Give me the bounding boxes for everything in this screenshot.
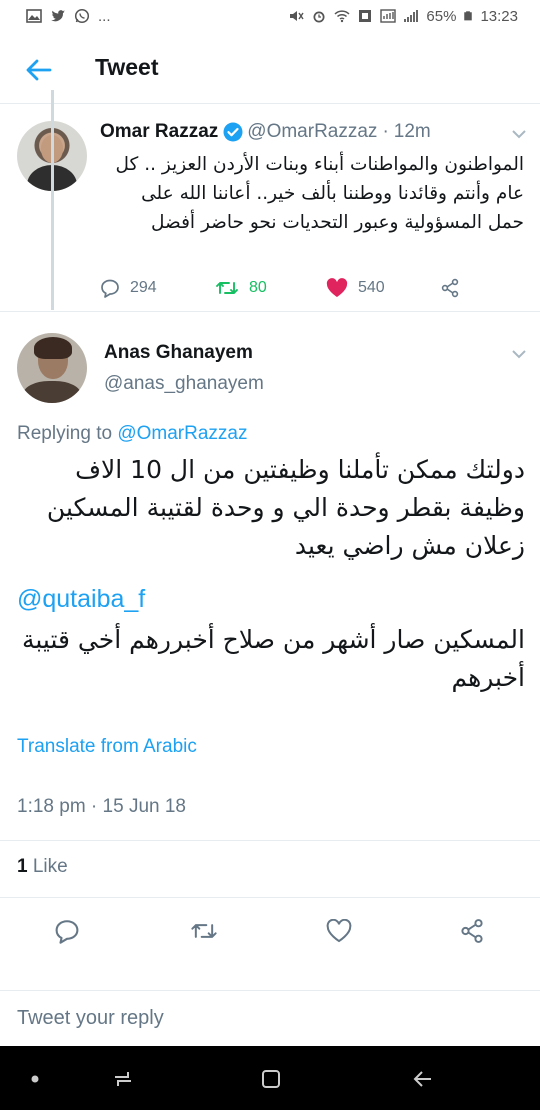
reply-composer [0, 990, 540, 1046]
tweet-actions [0, 905, 540, 955]
author-handle[interactable]: @OmarRazzaz [247, 121, 377, 143]
system-status: 65% 13:23 [288, 8, 518, 25]
wifi-icon [334, 10, 350, 23]
signal-strength-icon [404, 10, 419, 22]
meta-separator: · [382, 121, 389, 142]
reply-icon [101, 279, 119, 298]
gallery-notification-icon [26, 9, 42, 23]
retweet-icon [191, 924, 217, 938]
alarm-icon [313, 11, 325, 23]
status-time: 13:23 [480, 7, 518, 25]
battery-percent: 65% [426, 7, 457, 25]
likes-label: Like [32, 856, 68, 877]
mention-link[interactable]: @qutaiba_f [17, 585, 145, 614]
recents-button[interactable] [108, 1064, 138, 1094]
chevron-down-icon[interactable] [510, 348, 528, 360]
app-header: Tweet [0, 32, 540, 104]
reply-button[interactable] [53, 917, 81, 945]
mute-icon [290, 11, 305, 21]
verified-badge-icon [223, 122, 243, 142]
back-arrow-icon [26, 59, 52, 81]
reply-button[interactable]: 294 [100, 278, 157, 298]
share-icon [441, 278, 459, 298]
back-button[interactable] [22, 54, 54, 86]
system-nav-bar [0, 1046, 540, 1110]
tweet-time: 12m [393, 121, 431, 142]
tweet-text-continued: المسكين صار أشهر من صلاح أخبررهم أخي قتي… [21, 625, 525, 692]
divider [0, 897, 540, 898]
tweet-text: دولتك ممكن تأملنا وظيفتين من ال 10 الاف … [46, 455, 525, 560]
replying-prefix: Replying to [17, 423, 113, 444]
home-button[interactable] [256, 1064, 286, 1094]
more-notifications-indicator: ... [98, 7, 111, 25]
battery-icon [464, 11, 473, 21]
tweet-actions: 294 80 540 [100, 278, 480, 302]
original-tweet[interactable]: Omar Razzaz @OmarRazzaz · 12m المواطنون … [0, 104, 540, 312]
heart-outline-icon [326, 919, 352, 943]
page-title: Tweet [95, 54, 159, 80]
home-icon [262, 1070, 280, 1088]
lte-signal-icon [380, 9, 397, 23]
likes-count: 1 [17, 856, 28, 877]
back-icon [413, 1071, 431, 1087]
retweet-count: 80 [249, 279, 267, 296]
notification-icons: ... [26, 8, 111, 25]
replying-to: Replying to @OmarRazzaz [17, 423, 248, 445]
author-name[interactable]: Anas Ghanayem [104, 342, 253, 364]
data-saver-icon [359, 10, 372, 22]
avatar[interactable] [17, 333, 87, 403]
share-icon [461, 919, 483, 943]
like-count: 540 [358, 279, 385, 296]
reply-input[interactable] [17, 1003, 517, 1033]
translate-link[interactable]: Translate from Arabic [17, 736, 197, 758]
author-handle[interactable]: @anas_ghanayem [104, 373, 264, 395]
chevron-down-icon[interactable] [510, 128, 528, 140]
tweet-text: المواطنون والمواطنات أبناء وبنات الأردن … [115, 154, 524, 233]
recents-icon [115, 1072, 131, 1086]
author-name[interactable]: Omar Razzaz [100, 121, 218, 143]
retweet-button[interactable]: 80 [215, 278, 267, 298]
replying-mention-link[interactable]: @OmarRazzaz [117, 423, 247, 444]
likes-summary[interactable]: 1 Like [17, 856, 68, 878]
share-button[interactable] [440, 278, 460, 298]
reply-icon [55, 920, 79, 944]
twitter-notification-icon [51, 10, 65, 22]
nav-dot-button[interactable] [20, 1064, 50, 1094]
heart-filled-icon [326, 278, 348, 297]
tweet-timestamp: 1:18 pm · 15 Jun 18 [17, 796, 186, 817]
thread-line [51, 90, 54, 310]
whatsapp-notification-icon [74, 8, 90, 24]
back-nav-button[interactable] [408, 1064, 438, 1094]
divider [0, 840, 540, 841]
share-button[interactable] [458, 917, 486, 945]
retweet-icon [216, 282, 238, 294]
tweet-header: Omar Razzaz @OmarRazzaz · 12m [100, 121, 431, 143]
dot-icon [31, 1075, 39, 1083]
status-bar: ... 65% 13:23 [0, 0, 540, 32]
reply-count: 294 [130, 279, 157, 296]
retweet-button[interactable] [190, 917, 218, 945]
like-button[interactable]: 540 [326, 278, 385, 298]
like-button[interactable] [325, 917, 353, 945]
